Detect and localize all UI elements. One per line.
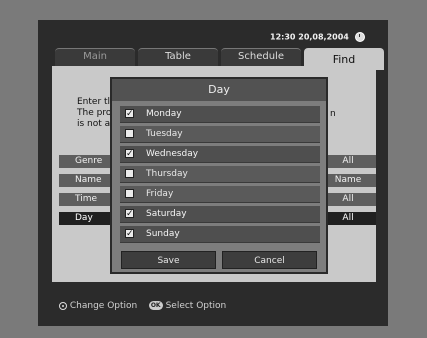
- day-label: Tuesday: [146, 129, 183, 139]
- help-line-end: n: [330, 109, 336, 119]
- ok-button-icon: OK: [148, 301, 163, 310]
- day-label: Saturday: [146, 209, 187, 219]
- day-item-tuesday[interactable]: Tuesday: [120, 126, 320, 143]
- checkbox-checked-icon[interactable]: ✓: [125, 229, 134, 239]
- option-name-value[interactable]: Name: [320, 174, 376, 187]
- checkbox-empty-icon[interactable]: [125, 129, 134, 138]
- tv-screen: 12:30 20,08,2004 Main Table Schedule Fin…: [0, 0, 427, 338]
- option-genre-label[interactable]: Genre: [59, 155, 111, 168]
- tab-schedule[interactable]: Schedule: [221, 48, 301, 67]
- day-label: Friday: [146, 189, 174, 199]
- checkbox-empty-icon[interactable]: [125, 169, 134, 178]
- day-dialog: Day ✓ Monday Tuesday ✓ Wednesday Thursda…: [110, 77, 328, 274]
- dialog-title: Day: [112, 79, 326, 101]
- day-label: Monday: [146, 109, 182, 119]
- day-item-thursday[interactable]: Thursday: [120, 166, 320, 183]
- help-line-2: The pro: [77, 108, 112, 118]
- clock-icon: [354, 32, 365, 42]
- tab-main[interactable]: Main: [55, 48, 135, 67]
- checkbox-checked-icon[interactable]: ✓: [125, 109, 134, 119]
- option-day-label[interactable]: Day: [59, 212, 111, 225]
- day-item-wednesday[interactable]: ✓ Wednesday: [120, 146, 320, 163]
- day-item-monday[interactable]: ✓ Monday: [120, 106, 320, 123]
- checkbox-checked-icon[interactable]: ✓: [125, 149, 134, 159]
- day-label: Thursday: [146, 169, 188, 179]
- day-label: Wednesday: [146, 149, 199, 159]
- checkbox-checked-icon[interactable]: ✓: [125, 209, 134, 219]
- option-time-label[interactable]: Time: [59, 193, 111, 206]
- option-time-value[interactable]: All: [320, 193, 376, 206]
- frame-right: [376, 68, 388, 280]
- day-item-sunday[interactable]: ✓ Sunday: [120, 226, 320, 243]
- change-option-icon: [59, 301, 67, 310]
- option-name-label[interactable]: Name: [59, 174, 111, 187]
- change-option-label: Change Option: [69, 301, 138, 311]
- select-option-label: Select Option: [165, 301, 227, 311]
- frame-left: [38, 68, 52, 280]
- clock: 12:30 20,08,2004: [270, 32, 365, 42]
- option-genre-value[interactable]: All: [320, 155, 376, 168]
- option-day-value[interactable]: All: [320, 212, 376, 225]
- help-text: Enter tl The pro is not a: [77, 97, 111, 130]
- help-line-3: is not a: [77, 119, 111, 129]
- tab-find[interactable]: Find: [304, 48, 384, 70]
- day-item-saturday[interactable]: ✓ Saturday: [120, 206, 320, 223]
- checkbox-empty-icon[interactable]: [125, 189, 134, 198]
- cancel-button[interactable]: Cancel: [222, 251, 317, 269]
- day-label: Sunday: [146, 229, 180, 239]
- footer-hints: Change Option OK Select Option: [59, 301, 226, 311]
- tab-table[interactable]: Table: [138, 48, 218, 67]
- help-line-1: Enter tl: [77, 97, 111, 107]
- clock-text: 12:30 20,08,2004: [270, 32, 349, 42]
- save-button[interactable]: Save: [121, 251, 216, 269]
- day-item-friday[interactable]: Friday: [120, 186, 320, 203]
